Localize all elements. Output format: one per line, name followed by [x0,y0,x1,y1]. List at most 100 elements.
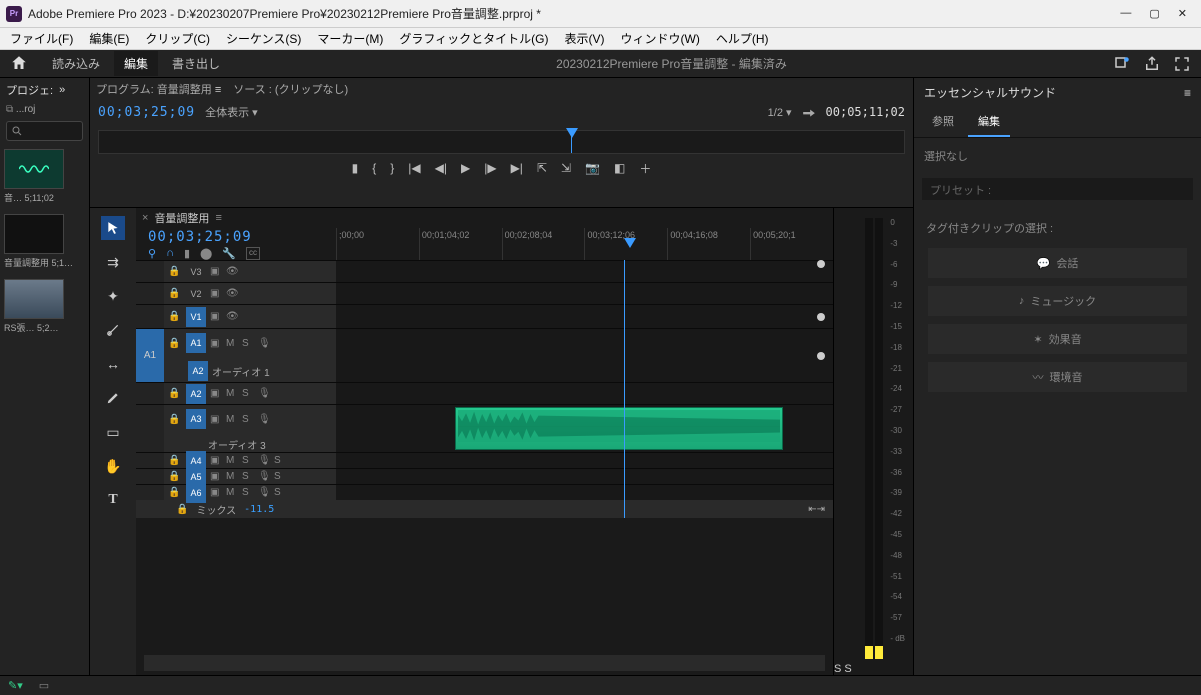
close-sequence-icon[interactable]: × [142,212,148,224]
track-header[interactable]: 🔒 V1 ▣ 👁 [164,305,336,328]
track-header[interactable]: 🔒 A1 ▣ M S 🎙 A2 オーディオ 1 [164,329,336,382]
timeline-zoom-scrollbar[interactable] [144,655,825,671]
mix-db-value[interactable]: -11.5 [244,504,274,515]
lift-icon[interactable]: ⇱ [537,161,547,175]
source-patch[interactable] [136,261,164,282]
pen-tool-icon[interactable] [101,386,125,410]
track-header[interactable]: 🔒 V3 ▣ 👁 [164,261,336,282]
hand-tool-icon[interactable]: ✋ [101,454,125,478]
toggle-output-icon[interactable]: ▣ [210,311,222,322]
project-search[interactable] [6,121,83,141]
source-patch[interactable] [136,283,164,304]
tag-ambience-button[interactable]: 〰 環境音 [928,362,1187,392]
bin-item[interactable]: 音… 5;11;02 [4,149,85,204]
tag-music-button[interactable]: ♪ ミュージック [928,286,1187,316]
lock-icon[interactable]: 🔒 [168,487,182,498]
lock-icon[interactable]: 🔒 [168,455,182,466]
tag-dialogue-button[interactable]: 💬 会話 [928,248,1187,278]
go-in-icon[interactable]: |◀ [408,161,420,175]
sequence-tab[interactable]: 音量調整用 [154,210,209,226]
menu-clip[interactable]: クリップ(C) [139,28,216,49]
maximize-button[interactable]: ▢ [1149,7,1159,20]
mix-expand-icon[interactable]: ⇤⇥ [808,504,825,515]
mark-out-icon[interactable]: } [390,161,394,175]
snap-icon[interactable]: ⚲ [148,247,156,260]
mute-icon[interactable]: M [226,388,238,399]
track-header[interactable]: 🔒 V2 ▣ 👁 [164,283,336,304]
source-patch[interactable] [136,383,164,404]
track-lane[interactable] [336,453,833,468]
menu-marker[interactable]: マーカー(M) [311,28,389,49]
toggle-sync-icon[interactable]: 👁 [226,266,238,277]
caption-icon[interactable]: cc [246,247,260,260]
program-timecode-left[interactable]: 00;03;25;09 [98,105,195,120]
track-lane[interactable] [336,329,833,382]
mute-icon[interactable]: M [226,414,238,425]
minimize-button[interactable]: — [1120,7,1131,20]
voice-icon[interactable]: 🎙 [258,388,270,399]
solo-left-button[interactable]: S [834,663,841,675]
step-fwd-icon[interactable]: |▶ [484,161,496,175]
tag-sfx-button[interactable]: ✶ 効果音 [928,324,1187,354]
bin-item[interactable]: 音量調整用 5;1… [4,214,85,269]
slip-tool-icon[interactable]: ↔ [101,352,125,376]
lock-icon[interactable]: 🔒 [168,311,182,322]
toggle-output-icon[interactable]: ▣ [210,388,222,399]
track-target[interactable]: V2 [186,284,206,304]
rectangle-tool-icon[interactable]: ▭ [101,420,125,444]
settings-icon[interactable]: ⬤ [200,247,212,260]
track-target[interactable]: V3 [186,262,206,282]
keyframe-icon[interactable] [817,260,825,268]
panel-menu-icon[interactable]: ≡ [1184,86,1191,100]
program-scrubber[interactable] [98,130,905,154]
solo-right-button[interactable]: S [844,663,851,675]
type-tool-icon[interactable]: T [101,488,125,512]
menu-file[interactable]: ファイル(F) [4,28,79,49]
export-frame-icon[interactable]: 📷 [585,161,600,175]
playhead-icon[interactable] [624,238,636,248]
close-button[interactable]: ✕ [1178,7,1187,20]
share-icon[interactable] [1143,55,1161,73]
track-header[interactable]: 🔒 A6 ▣MS🎙S [164,485,336,500]
menu-graphics[interactable]: グラフィックとタイトル(G) [393,28,554,49]
track-lane[interactable] [336,405,833,452]
mute-icon[interactable]: M [226,338,238,349]
go-out-icon[interactable]: ▶| [511,161,523,175]
tab-export[interactable]: 書き出し [162,51,230,76]
lock-icon[interactable]: 🔒 [168,288,182,299]
toggle-output-icon[interactable]: ▣ [210,266,222,277]
track-lane[interactable] [336,305,833,328]
source-patch[interactable]: A1 [136,329,164,382]
time-ruler[interactable]: ;00;00 00;01;04;02 00;02;08;04 00;03;12;… [336,228,833,260]
track-lane[interactable] [336,261,833,282]
track-lane[interactable] [336,383,833,404]
home-icon[interactable] [10,54,30,74]
tab-browse[interactable]: 参照 [922,107,964,137]
solo-icon[interactable]: S [242,414,254,425]
track-select-tool-icon[interactable]: ⇉ [101,250,125,274]
razor-tool-icon[interactable] [101,318,125,342]
zoom-fit-dropdown[interactable]: 全体表示 ▾ [205,104,258,120]
keyframe-icon[interactable] [817,352,825,360]
menu-view[interactable]: 表示(V) [559,28,611,49]
tab-edit[interactable]: 編集 [114,51,158,76]
button-editor-icon[interactable]: ＋ [639,160,651,177]
pen-icon[interactable]: ✎▾ [8,679,23,692]
preset-dropdown[interactable]: プリセット : [922,178,1193,200]
resolution-dropdown[interactable]: 1/2 ▾ [768,106,792,119]
solo-icon[interactable]: S [242,388,254,399]
playhead-icon[interactable] [566,128,578,138]
toggle-output-icon[interactable]: ▣ [210,338,222,349]
quick-export-icon[interactable] [1113,55,1131,73]
source-patch[interactable] [136,469,164,484]
menu-window[interactable]: ウィンドウ(W) [615,28,706,49]
track-target[interactable]: A1 [186,333,206,353]
program-tab[interactable]: プログラム: 音量調整用 ≡ [96,81,221,97]
source-patch[interactable] [136,405,164,452]
toggle-sync-icon[interactable]: 👁 [226,311,238,322]
project-breadcrumb[interactable]: ⧉ ...roj [0,102,89,117]
panel-menu-icon[interactable]: » [59,84,65,96]
track-target[interactable]: A2 [186,384,206,404]
project-panel-header[interactable]: プロジェ: » [0,78,89,102]
track-lane[interactable] [336,283,833,304]
